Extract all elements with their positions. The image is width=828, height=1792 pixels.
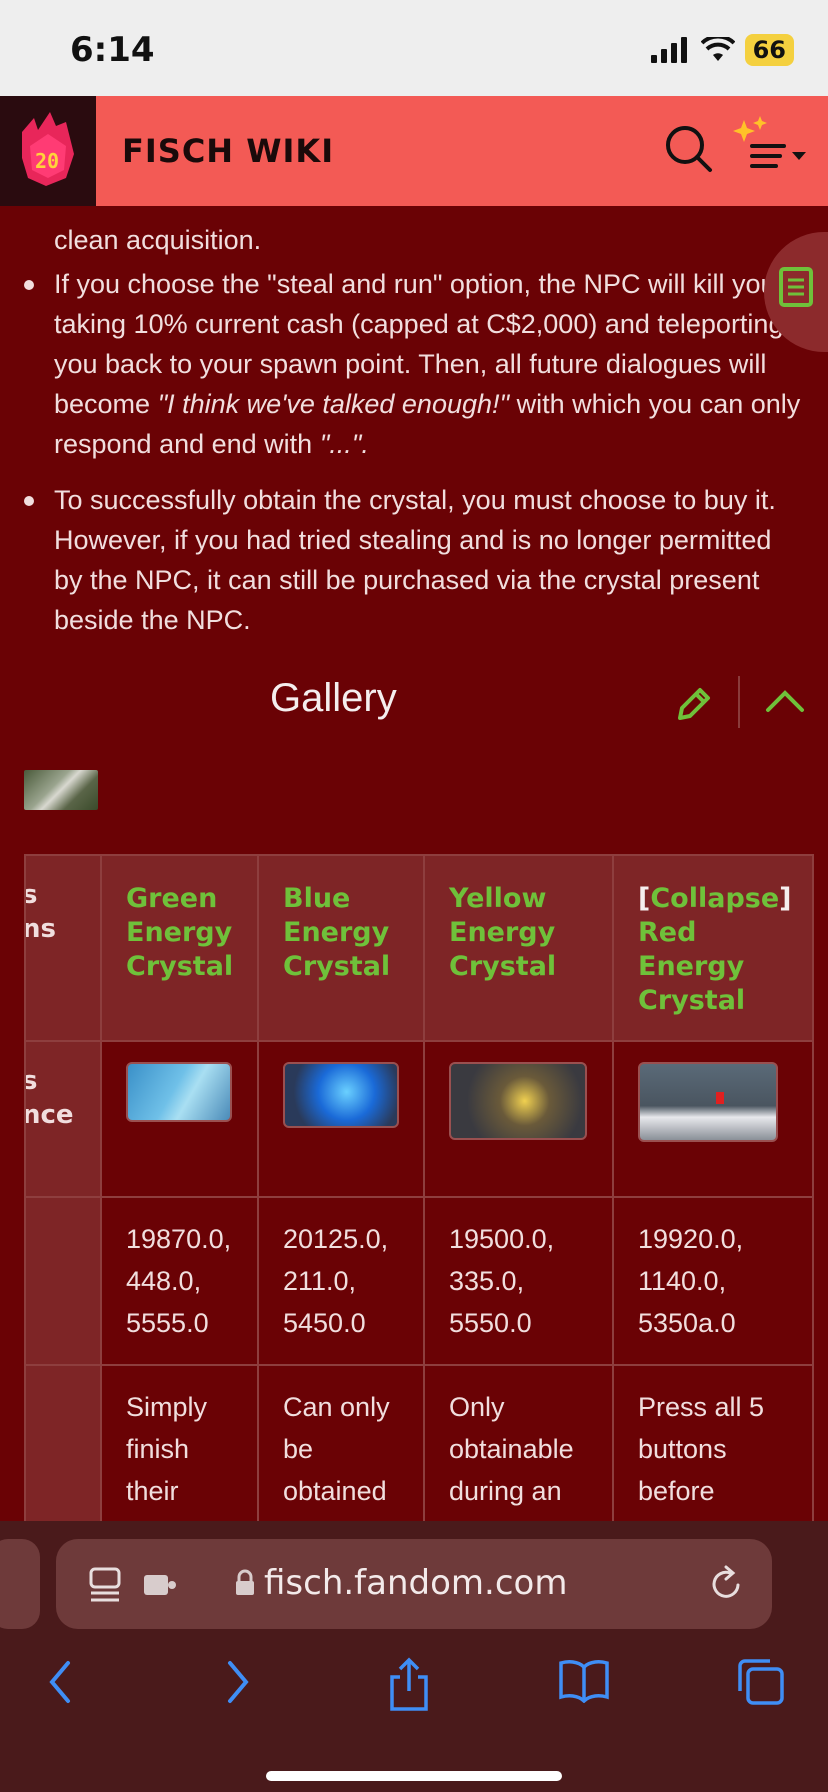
menu-icon[interactable] bbox=[730, 116, 820, 176]
table-row-coordinates: 19870.0, 448.0, 5555.0 20125.0, 211.0, 5450.… bbox=[24, 1196, 814, 1366]
location-image[interactable] bbox=[638, 1062, 778, 1142]
table-cell bbox=[100, 1040, 259, 1198]
section-heading-gallery: Gallery bbox=[270, 676, 397, 720]
location-image[interactable] bbox=[283, 1062, 399, 1128]
table-cell bbox=[612, 1040, 814, 1198]
column-header-red[interactable]: [Collapse] Red Energy Crystal bbox=[612, 854, 814, 1042]
status-time: 6:14 bbox=[70, 30, 155, 70]
table-cell bbox=[423, 1040, 614, 1198]
tabs-icon[interactable] bbox=[736, 1657, 786, 1707]
battery-indicator: 66 bbox=[744, 34, 794, 66]
previous-tab-peek[interactable] bbox=[0, 1539, 40, 1629]
column-header-yellow[interactable]: Yellow Energy Crystal bbox=[423, 854, 614, 1042]
bullet-list: If you choose the "steal and run" option… bbox=[24, 264, 804, 656]
table-cell: Can onlybeobtainedonce bbox=[257, 1364, 425, 1521]
status-icons: 66 bbox=[650, 34, 794, 66]
crystal-table: sns Green Energy Crystal Blue Energy Cry… bbox=[24, 854, 814, 1521]
wifi-icon bbox=[700, 37, 735, 61]
table-cell: 19920.0, 1140.0, 5350a.0 bbox=[612, 1196, 814, 1366]
edit-pencil-icon[interactable] bbox=[674, 684, 714, 724]
browser-toolbar: fisch.fandom.com bbox=[0, 1521, 828, 1792]
forward-icon[interactable] bbox=[220, 1657, 256, 1707]
wiki-header: 20 FISCH WIKI bbox=[0, 96, 828, 206]
table-cell: Simplyfinishtheirdialogue bbox=[100, 1364, 259, 1521]
table-cell: 20125.0, 211.0, 5450.0 bbox=[257, 1196, 425, 1366]
cellular-signal-icon bbox=[650, 37, 687, 63]
paragraph-fragment: clean acquisition. bbox=[54, 225, 262, 255]
status-bar: 6:14 66 bbox=[0, 0, 828, 96]
table-header-row: sns Green Energy Crystal Blue Energy Cry… bbox=[24, 854, 814, 1042]
reload-icon[interactable] bbox=[708, 1565, 744, 1603]
bullet-item: If you choose the "steal and run" option… bbox=[24, 264, 804, 464]
bookmarks-icon[interactable] bbox=[558, 1657, 610, 1703]
wiki-logo[interactable]: 20 bbox=[0, 96, 96, 206]
row-header-cell: sns bbox=[24, 854, 102, 1042]
url-text[interactable]: fisch.fandom.com bbox=[264, 1563, 567, 1603]
table-cell: Onlyobtainableduring anAvalanche bbox=[423, 1364, 614, 1521]
wiki-title[interactable]: FISCH WIKI bbox=[122, 132, 334, 170]
back-icon[interactable] bbox=[42, 1657, 78, 1707]
article-content: clean acquisition. If you choose the "st… bbox=[0, 206, 828, 1521]
table-cell: 19500.0, 335.0, 5550.0 bbox=[423, 1196, 614, 1366]
lock-icon bbox=[236, 1569, 254, 1595]
row-header-cell bbox=[24, 1196, 102, 1366]
home-indicator bbox=[266, 1771, 562, 1781]
column-header-blue[interactable]: Blue Energy Crystal bbox=[257, 854, 425, 1042]
flame-logo-icon: 20 bbox=[22, 112, 74, 186]
divider bbox=[738, 676, 740, 728]
navigation-row bbox=[0, 1651, 828, 1731]
search-icon[interactable] bbox=[664, 124, 714, 174]
table-row-obtain: Simplyfinishtheirdialogue Can onlybeobta… bbox=[24, 1364, 814, 1521]
gallery-thumbnail[interactable] bbox=[24, 770, 98, 810]
svg-text:20: 20 bbox=[35, 149, 59, 173]
avalanche-link[interactable]: Avalanche bbox=[449, 1512, 588, 1521]
column-header-green[interactable]: Green Energy Crystal bbox=[100, 854, 259, 1042]
row-header-cell: snce bbox=[24, 1040, 102, 1198]
location-image[interactable] bbox=[449, 1062, 587, 1140]
collapse-link[interactable]: Collapse bbox=[650, 883, 779, 914]
reader-mode-icon[interactable] bbox=[88, 1567, 122, 1603]
location-image[interactable] bbox=[126, 1062, 232, 1122]
bullet-item: To successfully obtain the crystal, you … bbox=[24, 480, 804, 640]
table-cell bbox=[257, 1040, 425, 1198]
share-icon[interactable] bbox=[386, 1657, 432, 1713]
table-cell: Press all 5buttonsbeforepurchasing bbox=[612, 1364, 814, 1521]
table-cell: 19870.0, 448.0, 5555.0 bbox=[100, 1196, 259, 1366]
chevron-up-icon[interactable] bbox=[764, 686, 806, 716]
address-bar[interactable]: fisch.fandom.com bbox=[56, 1539, 772, 1629]
table-row-image: snce bbox=[24, 1040, 814, 1198]
toc-icon bbox=[779, 267, 813, 307]
row-header-cell bbox=[24, 1364, 102, 1521]
extension-icon[interactable] bbox=[142, 1569, 178, 1599]
